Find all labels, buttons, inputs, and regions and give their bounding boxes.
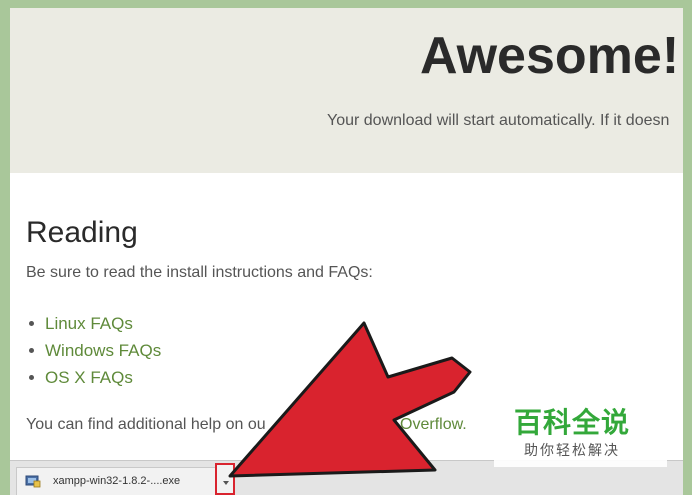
watermark-title: 百科全说 xyxy=(514,406,631,439)
red-arrow-shape xyxy=(228,321,472,478)
watermark: 百科全说 助你轻松解决 xyxy=(494,395,667,467)
watermark-subtitle: 助你轻松解决 xyxy=(524,443,620,459)
